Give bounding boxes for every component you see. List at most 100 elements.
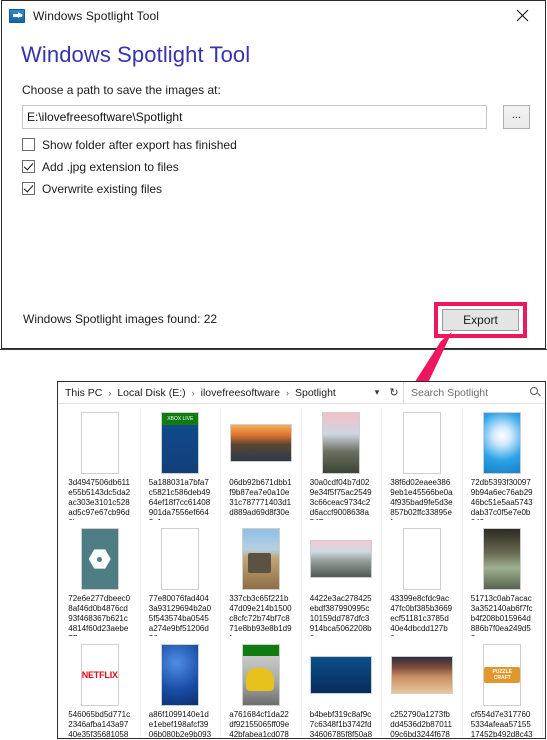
hexagon-icon: [88, 549, 111, 569]
file-thumbnail-image: [402, 412, 441, 474]
thumbnail-wrapper: [309, 411, 373, 475]
file-thumbnail-image: [241, 644, 280, 706]
file-thumbnail-image: [390, 656, 453, 694]
breadcrumb-item-ilovefreesoftware[interactable]: ilovefreesoftware: [200, 387, 281, 399]
save-path-input[interactable]: [22, 105, 487, 129]
images-found-status: Windows Spotlight images found: 22: [23, 312, 218, 326]
export-app-icon: [9, 8, 25, 23]
file-item[interactable]: 3d4947506db611e55b5143dc5da2ac303e3101c5…: [60, 408, 141, 524]
thumbnail-wrapper: [309, 527, 373, 591]
thumbnail-art: [403, 529, 440, 589]
file-name-label: cf554d7e3177605334afeaa5715517452b492d8c…: [470, 710, 533, 738]
file-thumbnail-image: [80, 412, 119, 474]
file-item[interactable]: a761684cf1da22df92155065ff09e42bfabea1cd…: [221, 640, 302, 738]
browse-button[interactable]: ...: [503, 105, 530, 129]
file-name-label: a761684cf1da22df92155065ff09e42bfabea1cd…: [229, 710, 290, 738]
thumbnail-art: [391, 657, 452, 693]
file-explorer-window: This PC › Local Disk (E:) › ilovefreesof…: [57, 381, 546, 739]
file-thumbnail-image: [161, 528, 200, 590]
checkbox-label: Overwrite existing files: [42, 181, 163, 196]
file-name-label: b4bebf319c8af9c7c6348f1b3742fd34606785f8…: [309, 710, 373, 738]
breadcrumb-item-local-disk[interactable]: Local Disk (E:): [116, 387, 186, 399]
search-placeholder: Search Spotlight: [411, 386, 489, 399]
path-label: Choose a path to save the images at:: [22, 83, 221, 97]
thumbnail-wrapper: [148, 643, 212, 707]
file-name-label: 72e6e277dbeec08af46d0b4876cd93f468367b62…: [68, 594, 131, 636]
thumbnail-wrapper: NETFLIX: [68, 643, 132, 707]
file-name-label: 38f6d02eaee3869eb1e45566be0a4f935bad9fe5…: [390, 478, 453, 520]
file-name-label: 546065bd5d771c2346afba143a9740e35f356810…: [68, 710, 131, 738]
file-list-body: 3d4947506db611e55b5143dc5da2ac303e3101c5…: [58, 404, 545, 738]
thumbnail-art: [230, 425, 291, 461]
path-row: ...: [22, 105, 530, 129]
breadcrumb[interactable]: This PC › Local Disk (E:) › ilovefreesof…: [64, 383, 369, 403]
file-item[interactable]: NETFLIX 546065bd5d771c2346afba143a9740e35…: [60, 640, 141, 738]
file-thumbnail-image: [483, 528, 522, 590]
file-item[interactable]: 72db5393f300979b94a6ec76ab2946bc51e5aa57…: [463, 408, 543, 524]
file-name-label: 43399e8cfdc9ac47fc0bf385b3669ecf51181c37…: [390, 594, 453, 636]
xbox-badge: [242, 645, 279, 656]
file-name-label: c252790a1273fbdd4536d2b8701109c6bd3244f6…: [390, 710, 452, 738]
breadcrumb-item-this-pc[interactable]: This PC: [64, 387, 103, 399]
file-thumbnail-image: [310, 540, 373, 578]
thumbnail-art: XBOX LIVE: [162, 413, 199, 473]
file-item[interactable]: 30a0cdf04b7d029e34f5f75ac25493c66ceac973…: [302, 408, 382, 524]
thumbnail-art: [323, 413, 360, 473]
puzzle-craft-logo: PUZZLE CRAFT: [484, 667, 521, 683]
thumbnail-wrapper: [309, 643, 373, 707]
file-item[interactable]: 337cb3c65f221b47d09e214b1500c8cfc72b74bf…: [221, 524, 302, 640]
export-button[interactable]: Export: [442, 309, 519, 331]
file-name-label: 77e80076fad4043a93129694b2a05f543574ba05…: [148, 594, 212, 636]
thumbnail-art: [311, 541, 372, 577]
breadcrumb-item-spotlight[interactable]: Spotlight: [294, 387, 337, 399]
checkbox-box[interactable]: [22, 138, 35, 151]
file-item[interactable]: 4422e3ac278425ebdf387990995c10159dd787df…: [302, 524, 382, 640]
file-thumbnail-image: PUZZLE CRAFT: [483, 644, 522, 706]
breadcrumb-separator: ›: [108, 387, 112, 398]
checkbox-box[interactable]: [22, 160, 35, 173]
file-thumbnail-image: [229, 424, 292, 462]
file-name-label: 06db92b671dbb1f9b87ea7e0a10e31c787771403…: [229, 478, 292, 520]
thumbnail-art: [484, 413, 521, 473]
file-name-label: 51713c0ab7acac3a352140ab6f7fcb4f208b0159…: [470, 594, 533, 636]
checkbox-box[interactable]: [22, 182, 35, 195]
netflix-logo: NETFLIX: [81, 670, 118, 680]
checkbox-show-folder[interactable]: Show folder after export has finished: [22, 135, 442, 154]
checkbox-label: Show folder after export has finished: [42, 137, 237, 152]
file-item[interactable]: 43399e8cfdc9ac47fc0bf385b3669ecf51181c37…: [382, 524, 463, 640]
refresh-icon[interactable]: ↻: [385, 386, 403, 399]
thumbnail-wrapper: [68, 527, 132, 591]
title-bar: Windows Spotlight Tool: [2, 1, 545, 30]
file-item[interactable]: 72e6e277dbeec08af46d0b4876cd93f468367b62…: [60, 524, 141, 640]
spotlight-tool-frame: Windows Spotlight Tool Windows Spotlight…: [1, 0, 546, 349]
file-name-label: 5a188031a7bfa7c5821c586deb4964ef18f7cc61…: [148, 478, 211, 520]
thumbnail-art: [242, 645, 279, 705]
close-icon[interactable]: [500, 1, 545, 30]
file-thumbnail-image: [322, 412, 361, 474]
file-item[interactable]: a86f1099140e1de1ebef198afcf3906b080b2e9b…: [141, 640, 221, 738]
file-item[interactable]: 38f6d02eaee3869eb1e45566be0a4f935bad9fe5…: [382, 408, 463, 524]
file-item[interactable]: c252790a1273fbdd4536d2b8701109c6bd3244f6…: [382, 640, 463, 738]
file-item[interactable]: b4bebf319c8af9c7c6348f1b3742fd34606785f8…: [302, 640, 382, 738]
file-item[interactable]: PUZZLE CRAFT cf554d7e3177605334afeaa57155…: [463, 640, 543, 738]
thumbnail-art: [81, 413, 118, 473]
xbox-live-badge: XBOX LIVE: [162, 413, 199, 425]
file-item[interactable]: 77e80076fad4043a93129694b2a05f543574ba05…: [141, 524, 221, 640]
window-title: Windows Spotlight Tool: [33, 8, 160, 23]
file-item[interactable]: 51713c0ab7acac3a352140ab6f7fcb4f208b0159…: [463, 524, 543, 640]
file-item[interactable]: 06db92b671dbb1f9b87ea7e0a10e31c787771403…: [221, 408, 302, 524]
thumbnail-art: PUZZLE CRAFT: [484, 645, 521, 705]
file-item[interactable]: XBOX LIVE 5a188031a7bfa7c5821c586deb4964e…: [141, 408, 221, 524]
search-input[interactable]: Search Spotlight: [403, 382, 545, 403]
checkbox-overwrite[interactable]: Overwrite existing files: [22, 179, 442, 198]
address-bar[interactable]: This PC › Local Disk (E:) › ilovefreesof…: [58, 382, 545, 404]
file-thumbnail-image: NETFLIX: [80, 644, 119, 706]
checkbox-add-jpg[interactable]: Add .jpg extension to files: [22, 157, 442, 176]
thumbnail-wrapper: [390, 643, 454, 707]
thumbnail-wrapper: [229, 527, 293, 591]
thumbnail-art: [311, 657, 372, 693]
thumbnail-art: [484, 529, 521, 589]
file-thumbnail-image: [483, 412, 522, 474]
thumbnail-wrapper: [229, 411, 293, 475]
chevron-down-icon[interactable]: ▾: [369, 387, 385, 398]
